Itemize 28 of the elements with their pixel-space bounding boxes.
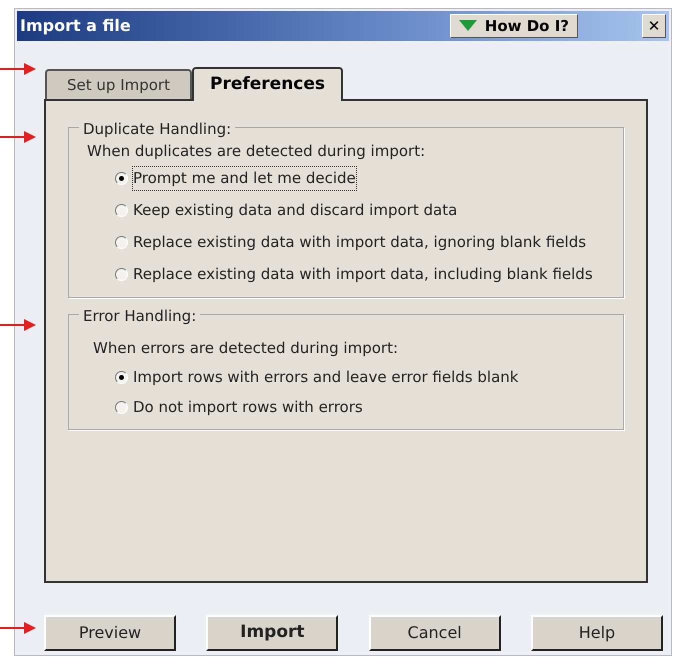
close-button[interactable]: ✕	[642, 14, 666, 38]
window-title: Import a file	[20, 15, 131, 37]
group-prompt: When errors are detected during import:	[93, 338, 400, 358]
how-do-i-button[interactable]: How Do I?	[450, 14, 578, 38]
arrow-icon	[0, 130, 36, 144]
dialog-button[interactable]: Cancel	[368, 615, 501, 651]
tab[interactable]: Preferences	[192, 67, 344, 101]
option-label[interactable]: Import rows with errors and leave error fields blank	[133, 366, 518, 388]
radio-button[interactable]	[115, 236, 128, 249]
arrow-icon	[0, 318, 36, 332]
arrow-icon	[0, 62, 36, 76]
option-label[interactable]: Replace existing data with import data, including blank fields	[133, 263, 593, 286]
group-prompt: When duplicates are detected during import:	[87, 141, 426, 162]
radio-button[interactable]	[115, 204, 128, 217]
option-label[interactable]: Prompt me and let me decide	[133, 167, 356, 190]
arrow-icon	[0, 621, 36, 635]
triangle-down-icon	[458, 20, 477, 32]
radio-button[interactable]	[115, 370, 128, 384]
option-label[interactable]: Replace existing data with import data, ignoring blank fields	[133, 231, 586, 254]
radio-button[interactable]	[115, 172, 128, 185]
radio-button[interactable]	[115, 400, 128, 414]
radio-button[interactable]	[115, 268, 128, 281]
dialog-button[interactable]: Import	[206, 615, 338, 651]
dialog-button[interactable]: Preview	[44, 615, 176, 651]
option-label[interactable]: Do not import rows with errors	[133, 396, 363, 418]
option-label[interactable]: Keep existing data and discard import data	[133, 199, 458, 222]
dialog-button[interactable]: Help	[530, 615, 663, 651]
tab[interactable]: Set up Import	[45, 69, 192, 99]
